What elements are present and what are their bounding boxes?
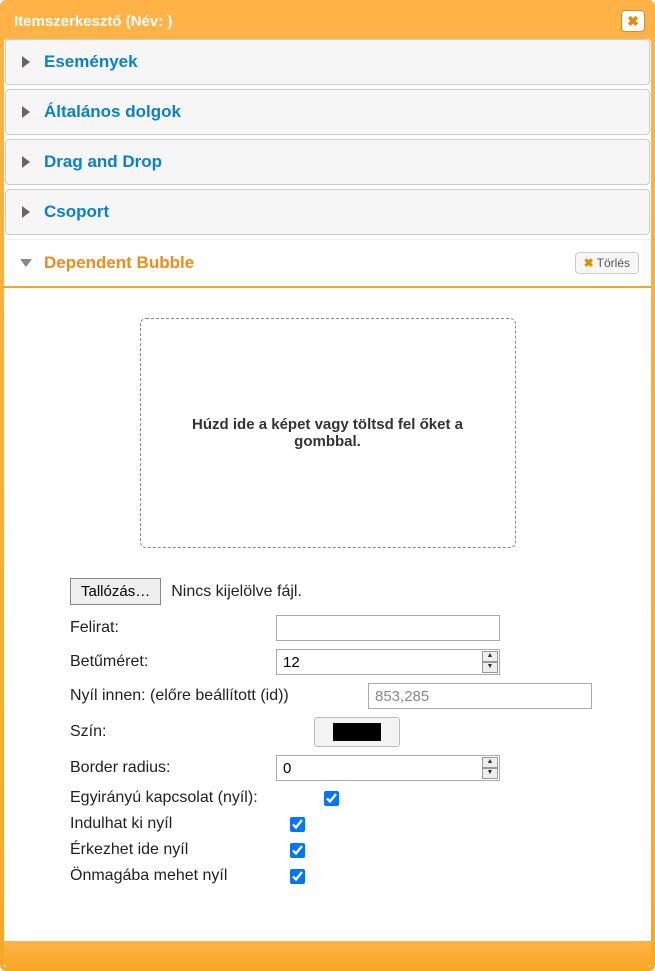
label-onmagaba: Önmagába mehet nyíl bbox=[70, 867, 290, 885]
accordion-label: Csoport bbox=[44, 202, 109, 222]
label-border-radius: Border radius: bbox=[70, 759, 276, 777]
file-status: Nincs kijelölve fájl. bbox=[171, 583, 302, 601]
dialog: Itemszerkesztő (Név: ) ✖ Események Által… bbox=[0, 0, 655, 971]
spin-up-icon[interactable]: ▲ bbox=[482, 651, 498, 662]
checkbox-erkezhet[interactable] bbox=[290, 843, 305, 858]
dialog-title: Itemszerkesztő (Név: ) bbox=[14, 13, 172, 30]
number-betumeret: ▲ ▼ bbox=[276, 649, 500, 675]
close-icon: ✖ bbox=[627, 13, 639, 30]
chevron-right-icon bbox=[22, 206, 30, 218]
row-betumeret: Betűméret: ▲ ▼ bbox=[70, 649, 631, 675]
chevron-down-icon bbox=[20, 259, 32, 267]
delete-button[interactable]: ✖ Törlés bbox=[575, 252, 639, 274]
image-dropzone[interactable]: Húzd ide a képet vagy töltsd fel őket a … bbox=[140, 318, 516, 548]
form-area: Tallózás… Nincs kijelölve fájl. Felirat:… bbox=[24, 578, 631, 885]
row-border-radius: Border radius: ▲ ▼ bbox=[70, 755, 631, 781]
chevron-right-icon bbox=[22, 56, 30, 68]
number-border-radius: ▲ ▼ bbox=[276, 755, 500, 781]
accordion-header[interactable]: Események bbox=[6, 40, 649, 84]
row-felirat: Felirat: bbox=[70, 615, 631, 641]
accordion-label: Dependent Bubble bbox=[44, 253, 194, 273]
input-nyil-innen[interactable] bbox=[368, 683, 592, 709]
accordion-item-altalanos[interactable]: Általános dolgok bbox=[5, 89, 650, 135]
accordion-item-esemenyek[interactable]: Események bbox=[5, 39, 650, 85]
input-betumeret[interactable] bbox=[276, 649, 500, 675]
row-indulhat: Indulhat ki nyíl bbox=[70, 815, 631, 833]
accordion-item-dependent-bubble: Dependent Bubble ✖ Törlés Húzd ide a kép… bbox=[4, 239, 651, 923]
label-erkezhet: Érkezhet ide nyíl bbox=[70, 841, 290, 859]
label-egyiranyu: Egyirányú kapcsolat (nyíl): bbox=[70, 789, 324, 807]
accordion-item-drag-and-drop[interactable]: Drag and Drop bbox=[5, 139, 650, 185]
accordion-label: Események bbox=[44, 52, 138, 72]
chevron-right-icon bbox=[22, 156, 30, 168]
input-border-radius[interactable] bbox=[276, 755, 500, 781]
label-felirat: Felirat: bbox=[70, 619, 276, 637]
footer-bar bbox=[4, 941, 651, 967]
spin-down-icon[interactable]: ▼ bbox=[482, 662, 498, 673]
spinner-betumeret: ▲ ▼ bbox=[482, 651, 498, 673]
row-szin: Szín: bbox=[70, 717, 631, 747]
chevron-right-icon bbox=[22, 106, 30, 118]
row-nyil-innen: Nyíl innen: (előre beállított (id)) bbox=[70, 683, 631, 709]
file-row: Tallózás… Nincs kijelölve fájl. bbox=[70, 578, 631, 605]
input-felirat[interactable] bbox=[276, 615, 500, 641]
accordion-header[interactable]: Általános dolgok bbox=[6, 90, 649, 134]
color-picker-button[interactable] bbox=[314, 717, 400, 747]
label-betumeret: Betűméret: bbox=[70, 653, 276, 671]
accordion-content: Húzd ide a képet vagy töltsd fel őket a … bbox=[4, 288, 651, 923]
checkbox-indulhat[interactable] bbox=[290, 817, 305, 832]
delete-x-icon: ✖ bbox=[584, 256, 594, 270]
color-swatch bbox=[333, 723, 381, 741]
label-indulhat: Indulhat ki nyíl bbox=[70, 815, 290, 833]
close-button[interactable]: ✖ bbox=[621, 10, 645, 32]
dropzone-text: Húzd ide a képet vagy töltsd fel őket a … bbox=[181, 416, 475, 450]
accordion-label: Drag and Drop bbox=[44, 152, 162, 172]
spinner-border-radius: ▲ ▼ bbox=[482, 757, 498, 779]
accordion-header-active[interactable]: Dependent Bubble ✖ Törlés bbox=[4, 239, 651, 288]
accordion-item-csoport[interactable]: Csoport bbox=[5, 189, 650, 235]
browse-button[interactable]: Tallózás… bbox=[70, 578, 161, 605]
dialog-header: Itemszerkesztő (Név: ) ✖ bbox=[4, 4, 651, 38]
checkbox-egyiranyu[interactable] bbox=[324, 791, 339, 806]
spin-up-icon[interactable]: ▲ bbox=[482, 757, 498, 768]
checkbox-onmagaba[interactable] bbox=[290, 869, 305, 884]
delete-label: Törlés bbox=[597, 256, 630, 270]
dialog-body: Események Általános dolgok Drag and Drop… bbox=[4, 39, 651, 967]
row-erkezhet: Érkezhet ide nyíl bbox=[70, 841, 631, 859]
row-egyiranyu: Egyirányú kapcsolat (nyíl): bbox=[70, 789, 631, 807]
label-szin: Szín: bbox=[70, 723, 276, 741]
row-onmagaba: Önmagába mehet nyíl bbox=[70, 867, 631, 885]
accordion-label: Általános dolgok bbox=[44, 102, 181, 122]
accordion-header[interactable]: Csoport bbox=[6, 190, 649, 234]
accordion-header[interactable]: Drag and Drop bbox=[6, 140, 649, 184]
label-nyil-innen: Nyíl innen: (előre beállított (id)) bbox=[70, 687, 368, 705]
spin-down-icon[interactable]: ▼ bbox=[482, 768, 498, 779]
